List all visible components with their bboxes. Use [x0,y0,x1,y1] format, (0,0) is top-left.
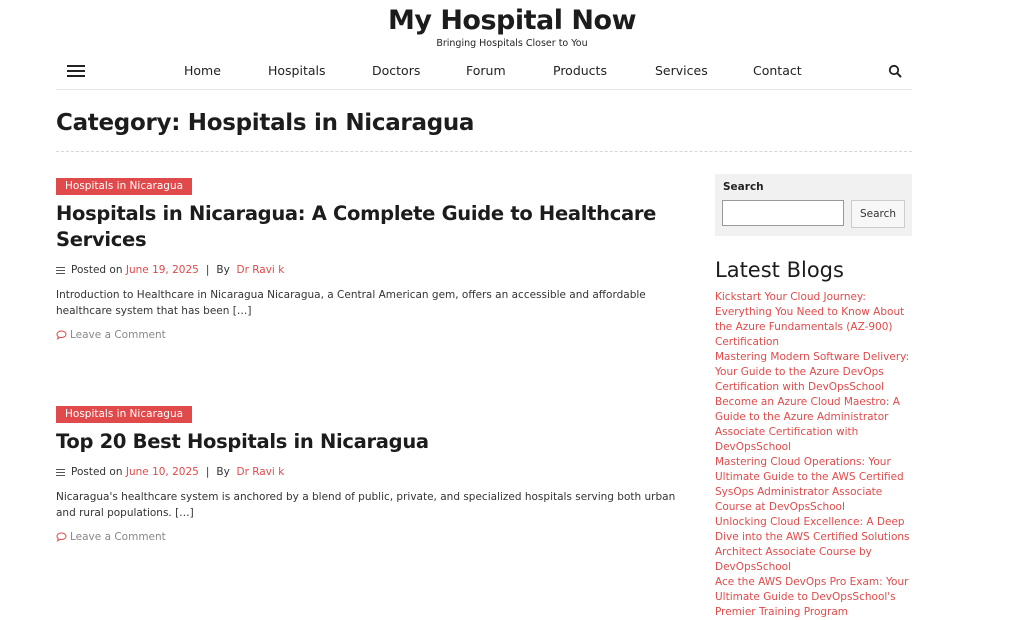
posted-on-label: Posted on [71,466,123,478]
meta-separator: | [205,264,210,276]
search-input[interactable] [722,200,844,226]
page-title: Category: Hospitals in Nicaragua [56,110,475,136]
post-author[interactable]: Dr Ravi k [236,466,284,478]
comment-link[interactable]: Leave a Comment [56,531,686,543]
hamburger-icon[interactable] [67,65,85,77]
latest-blogs-heading: Latest Blogs [715,258,844,282]
by-label: By [216,466,230,478]
list-item: Mastering Modern Software Delivery: Your… [715,350,911,395]
search-button[interactable]: Search [851,200,905,228]
nav-item-doctors[interactable]: Doctors [372,63,420,78]
sidebar-search-widget: Search Search [715,174,912,236]
meta-separator: | [205,466,210,478]
search-label: Search [723,181,764,193]
latest-blog-link[interactable]: Mastering Cloud Operations: Your Ultimat… [715,456,904,513]
latest-blog-link[interactable]: Unlocking Cloud Excellence: A Deep Dive … [715,516,910,573]
comment-label: Leave a Comment [70,329,166,341]
comment-icon [56,532,67,542]
post-2: Hospitals in Nicaragua Top 20 Best Hospi… [56,402,686,543]
list-item: Mastering Cloud Operations: Your Ultimat… [715,455,911,515]
nav-item-hospitals[interactable]: Hospitals [268,63,326,78]
comment-icon [56,330,67,340]
post-excerpt: Introduction to Healthcare in Nicaragua … [56,289,646,317]
site-header: My Hospital Now Bringing Hospitals Close… [0,0,1024,49]
post-title[interactable]: Hospitals in Nicaragua: A Complete Guide… [56,201,686,253]
site-title[interactable]: My Hospital Now [0,5,1024,37]
posted-on-label: Posted on [71,264,123,276]
post-title[interactable]: Top 20 Best Hospitals in Nicaragua [56,429,686,455]
nav-item-forum[interactable]: Forum [466,63,506,78]
list-item: Kickstart Your Cloud Journey: Everything… [715,290,911,350]
category-badge[interactable]: Hospitals in Nicaragua [56,406,193,423]
list-item: Unlocking Cloud Excellence: A Deep Dive … [715,515,911,575]
comment-link[interactable]: Leave a Comment [56,329,686,341]
list-item: Become an Azure Cloud Maestro: A Guide t… [715,395,911,455]
latest-blog-link[interactable]: Become an Azure Cloud Maestro: A Guide t… [715,396,900,453]
nav-item-contact[interactable]: Contact [753,63,802,78]
nav-item-services[interactable]: Services [655,63,708,78]
list-icon [56,468,65,476]
post-meta: Posted on June 10, 2025 | By Dr Ravi k [56,466,686,478]
title-divider [56,151,912,152]
search-icon[interactable] [888,64,902,78]
list-icon [56,266,65,274]
main-nav: Home Hospitals Doctors Forum Products Se… [56,58,912,90]
post-1: Hospitals in Nicaragua Hospitals in Nica… [56,174,686,341]
nav-item-home[interactable]: Home [184,63,221,78]
latest-blogs-list: Kickstart Your Cloud Journey: Everything… [715,290,911,620]
post-meta: Posted on June 19, 2025 | By Dr Ravi k [56,264,686,276]
nav-item-products[interactable]: Products [553,63,607,78]
by-label: By [216,264,230,276]
latest-blog-link[interactable]: Kickstart Your Cloud Journey: Everything… [715,291,904,348]
post-excerpt: Nicaragua's healthcare system is anchore… [56,491,676,519]
latest-blog-link[interactable]: Mastering Modern Software Delivery: Your… [715,351,909,393]
comment-label: Leave a Comment [70,531,166,543]
list-item: Ace the AWS DevOps Pro Exam: Your Ultima… [715,575,911,620]
post-date[interactable]: June 19, 2025 [126,264,199,276]
post-author[interactable]: Dr Ravi k [236,264,284,276]
site-tagline: Bringing Hospitals Closer to You [436,38,588,49]
post-date[interactable]: June 10, 2025 [126,466,199,478]
category-badge[interactable]: Hospitals in Nicaragua [56,178,193,195]
